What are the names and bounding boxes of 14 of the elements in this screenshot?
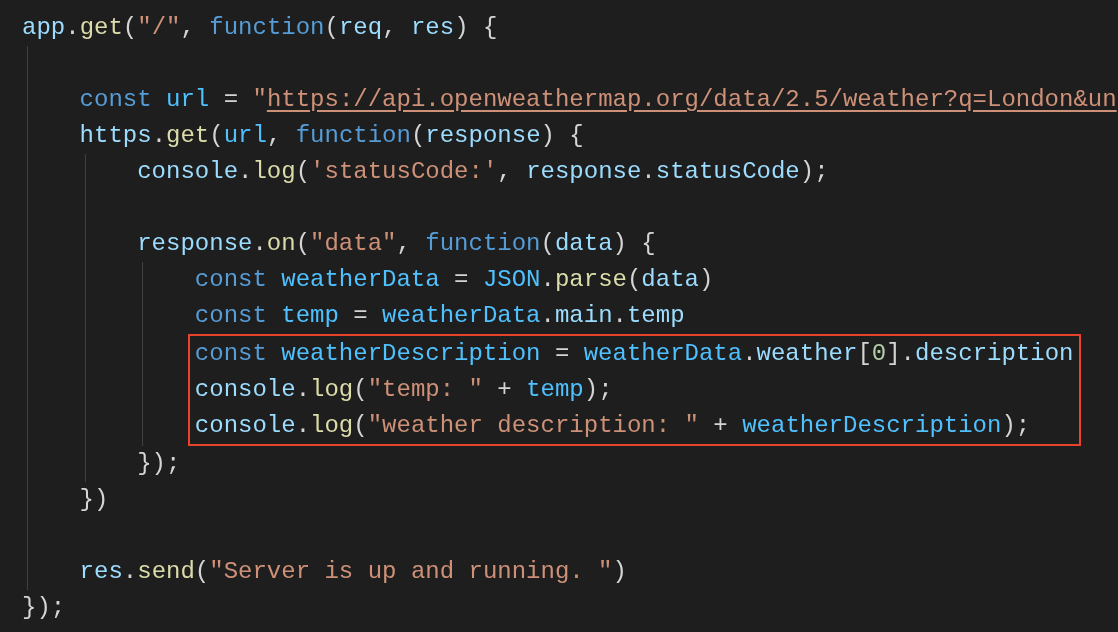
code-line: console.log("weather description: " + weatherDescription); bbox=[194, 412, 1031, 439]
code-line: }) bbox=[79, 486, 109, 513]
code-line: const weatherData = JSON.parse(data) bbox=[194, 266, 714, 293]
code-line: }); bbox=[137, 450, 181, 477]
code-line: }); bbox=[22, 594, 66, 621]
code-line: res.send("Server is up and running. ") bbox=[79, 558, 627, 585]
code-line: const weatherDescription = weatherData.weather[0].description bbox=[194, 340, 1074, 367]
code-line: app.get("/", function(req, res) { bbox=[22, 14, 498, 41]
code-line: https.get(url, function(response) { bbox=[79, 122, 584, 149]
code-line: console.log("temp: " + temp); bbox=[194, 376, 613, 403]
code-line: response.on("data", function(data) { bbox=[137, 230, 656, 257]
code-line: console.log('statusCode:', response.statusCode); bbox=[137, 158, 829, 185]
code-line: const url = "https://api.openweathermap.org/data/2.5/weather?q=London&un bbox=[79, 86, 1117, 113]
code-line: const temp = weatherData.main.temp bbox=[194, 302, 685, 329]
